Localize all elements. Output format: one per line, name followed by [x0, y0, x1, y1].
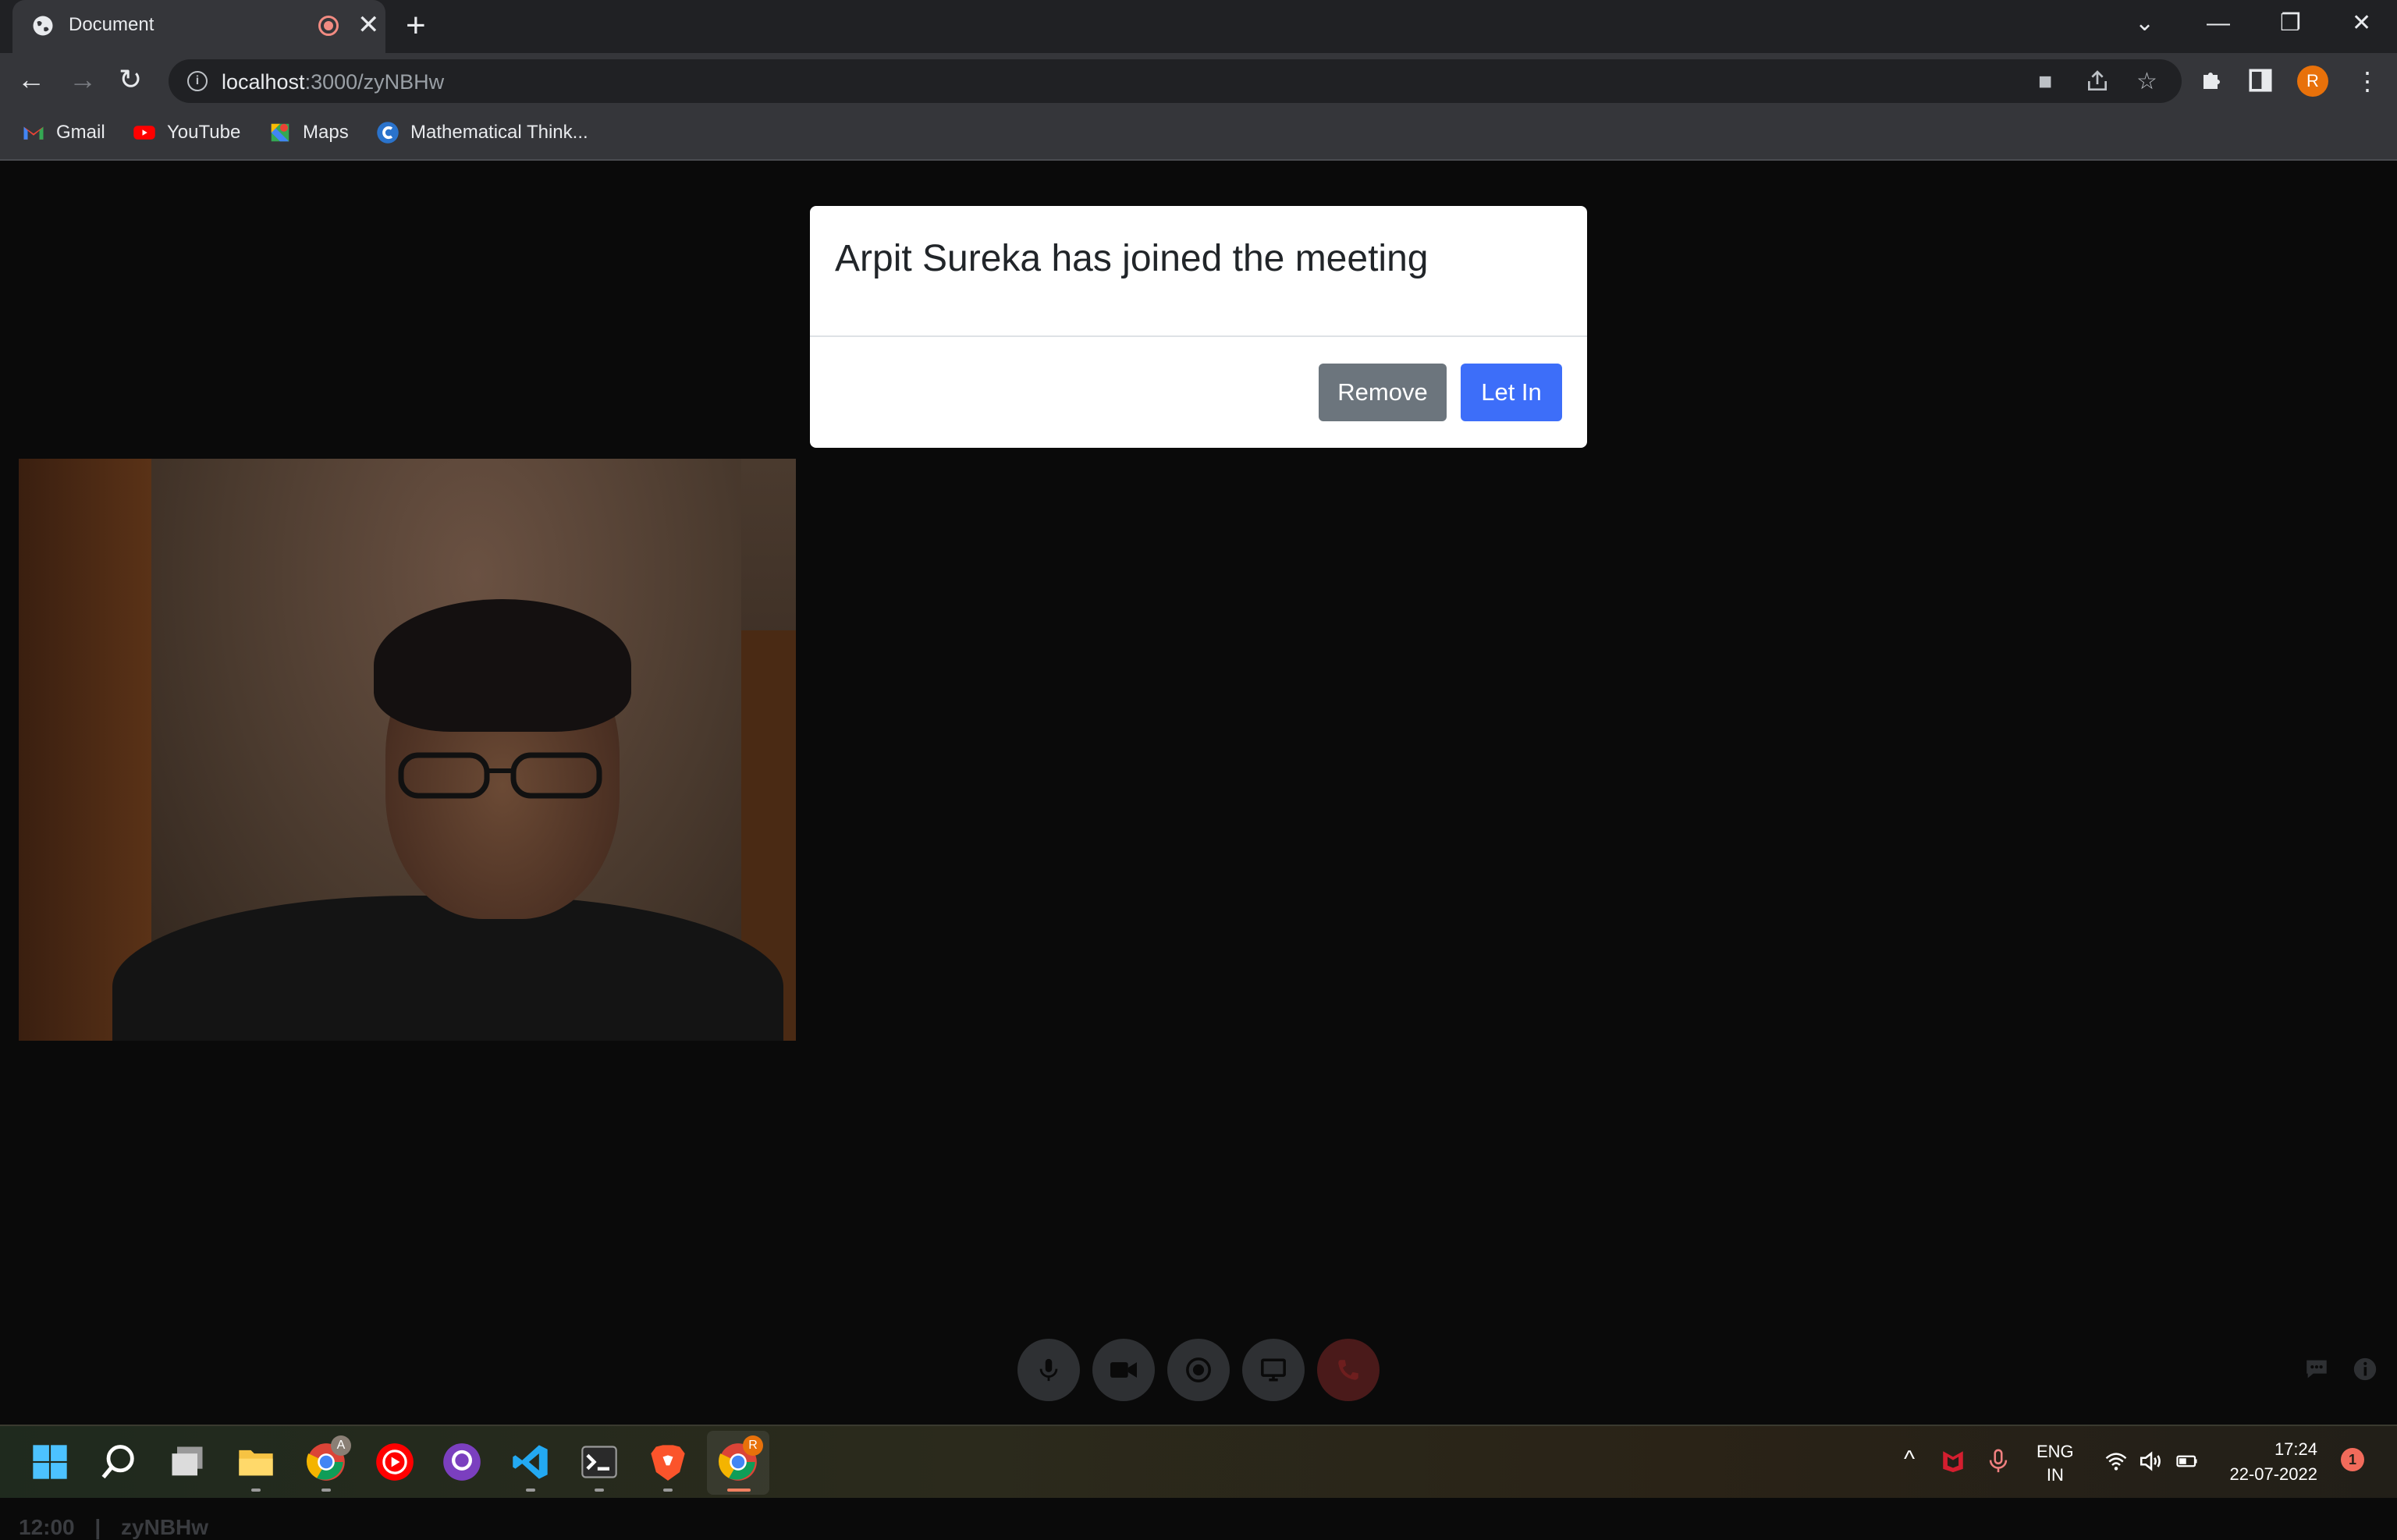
language-indicator[interactable]: ENG IN: [2037, 1440, 2074, 1487]
bookmark-youtube[interactable]: YouTube: [133, 119, 240, 147]
bookmark-label: YouTube: [167, 122, 241, 143]
screen-share-button[interactable]: [1242, 1339, 1305, 1401]
meeting-code: zyNBHw: [121, 1515, 209, 1539]
vscode-icon[interactable]: [510, 1442, 551, 1482]
meeting-time: 12:00: [19, 1515, 75, 1539]
chrome-profile-badge: A: [331, 1435, 351, 1456]
forward-button[interactable]: →: [69, 62, 97, 97]
bookmark-star-icon[interactable]: ☆: [2136, 69, 2157, 95]
tab-close-button[interactable]: ✕: [357, 11, 380, 39]
camera-in-use-icon[interactable]: ■: [2038, 69, 2052, 95]
task-view-icon[interactable]: [167, 1442, 208, 1482]
back-button[interactable]: ←: [17, 62, 45, 97]
search-icon[interactable]: [98, 1442, 139, 1482]
tab-search-icon[interactable]: ⌄: [2135, 8, 2154, 39]
chevron-up-icon[interactable]: ^: [1904, 1446, 1915, 1473]
modal-message: Arpit Sureka has joined the meeting: [835, 238, 1429, 279]
browser-toolbar: ← → ↻ i localhost:3000/zyNBHw ■ ☆: [0, 53, 2397, 108]
mic-icon: [1039, 1358, 1058, 1382]
extensions-puzzle-icon[interactable]: [2199, 66, 2227, 94]
microphone-tray-icon[interactable]: [1985, 1446, 2012, 1476]
battery-icon[interactable]: [2174, 1450, 2200, 1473]
meeting-info: 12:00 | zyNBHw: [19, 1515, 208, 1540]
camera-button[interactable]: [1092, 1339, 1155, 1401]
recording-indicator-icon: [318, 16, 339, 36]
file-explorer-icon[interactable]: [236, 1442, 276, 1482]
maps-icon: [271, 123, 289, 142]
meeting-separator: |: [94, 1515, 101, 1539]
record-icon: [1186, 1357, 1211, 1382]
youtube-icon: [133, 126, 155, 140]
info-icon[interactable]: [2352, 1356, 2378, 1382]
new-tab-button[interactable]: +: [406, 6, 426, 45]
camera-icon: [1110, 1362, 1137, 1378]
windows-taskbar: A R ^ ENG IN 17:24 22-07-2022 1: [0, 1425, 2397, 1498]
mic-button[interactable]: [1017, 1339, 1080, 1401]
bookmark-mathematical-thinking[interactable]: Mathematical Think...: [376, 119, 588, 147]
brave-icon[interactable]: [648, 1442, 688, 1482]
github-desktop-icon[interactable]: [442, 1442, 482, 1482]
bookmark-maps[interactable]: Maps: [268, 119, 349, 147]
share-icon[interactable]: [2085, 69, 2110, 94]
mcafee-icon[interactable]: [1940, 1448, 1966, 1474]
globe-icon: [33, 16, 53, 36]
screen-share-icon: [1261, 1358, 1286, 1382]
bookmarks-bar: Gmail YouTube Maps Mathematical Think...: [0, 108, 2397, 161]
remove-button[interactable]: Remove: [1319, 364, 1447, 421]
let-in-button[interactable]: Let In: [1461, 364, 1562, 421]
tab-title: Document: [69, 14, 154, 35]
bookmark-label: Gmail: [56, 122, 105, 143]
bookmark-label: Maps: [303, 122, 349, 143]
tab-document[interactable]: Document ✕: [12, 0, 385, 53]
gmail-icon: [23, 126, 44, 140]
wifi-icon[interactable]: [2104, 1450, 2129, 1473]
notification-badge[interactable]: 1: [2341, 1448, 2364, 1471]
end-call-icon: [1338, 1360, 1358, 1380]
window-close-button[interactable]: ✕: [2352, 8, 2371, 39]
site-info-icon[interactable]: i: [187, 71, 208, 91]
restore-button[interactable]: ❐: [2280, 8, 2301, 39]
side-panel-icon[interactable]: [2247, 67, 2274, 94]
bookmark-label: Mathematical Think...: [410, 122, 588, 143]
modal-divider: [810, 335, 1587, 337]
terminal-icon[interactable]: [579, 1442, 620, 1482]
clock[interactable]: 17:24 22-07-2022: [2224, 1437, 2317, 1487]
bookmark-gmail[interactable]: Gmail: [22, 119, 105, 147]
menu-kebab-icon[interactable]: ⋮: [2355, 66, 2380, 97]
record-button[interactable]: [1167, 1339, 1230, 1401]
minimize-button[interactable]: —: [2207, 8, 2230, 39]
url-text: localhost:3000/zyNBHw: [222, 70, 445, 94]
reload-button[interactable]: ↻: [119, 62, 142, 97]
windows-start-icon[interactable]: [30, 1442, 70, 1482]
coursera-icon: [377, 122, 399, 144]
local-video-feed: [19, 459, 796, 1041]
youtube-music-icon[interactable]: [375, 1442, 415, 1482]
address-bar[interactable]: i localhost:3000/zyNBHw ■ ☆: [169, 59, 2182, 103]
profile-avatar[interactable]: R: [2297, 66, 2328, 97]
volume-icon[interactable]: [2138, 1448, 2164, 1474]
end-call-button[interactable]: [1317, 1339, 1380, 1401]
chat-icon[interactable]: [2303, 1356, 2330, 1382]
tab-strip: Document ✕ + ⌄ — ❐ ✕: [0, 0, 2397, 53]
chrome-profile-badge: R: [743, 1435, 763, 1456]
